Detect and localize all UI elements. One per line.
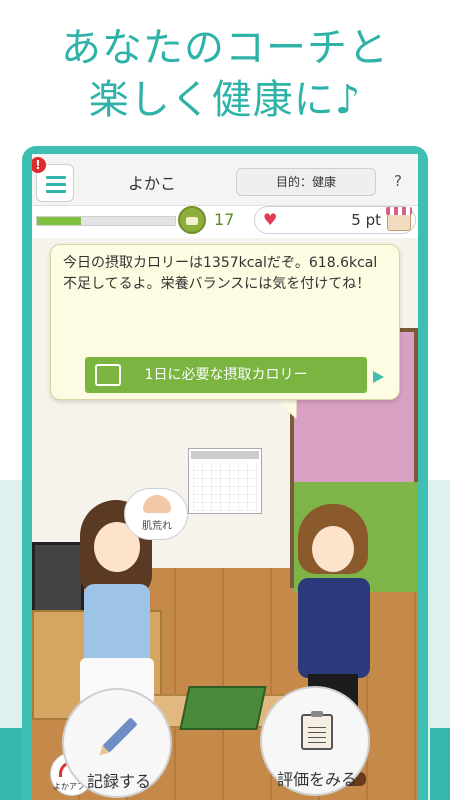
clipboard-icon	[301, 711, 333, 750]
hamburger-icon-bar	[46, 183, 66, 186]
experience-bar-fill	[37, 217, 82, 225]
record-button[interactable]: 記録する	[62, 688, 172, 798]
evaluate-button[interactable]: 評価をみる	[260, 686, 370, 796]
coach-speech-bubble: 今日の摂取カロリーは1357kcalだぞ。618.6kcal不足してるよ。栄養バ…	[50, 244, 400, 400]
daily-calorie-button-label: 1日に必要な摂取カロリー	[144, 367, 308, 383]
diary-book[interactable]	[179, 686, 267, 730]
headline-line-2: 楽しく健康に♪	[88, 77, 362, 123]
calendar-header	[191, 451, 259, 459]
coach-character-vest	[298, 578, 370, 678]
points-value: 5 pt	[351, 211, 381, 229]
skin-icon	[143, 495, 171, 513]
experience-bar	[36, 216, 176, 226]
background-teal-left	[0, 728, 22, 800]
evaluate-button-label: 評価をみる	[276, 770, 357, 789]
record-button-label: 記録する	[86, 772, 151, 791]
television	[32, 542, 84, 614]
wall-calendar	[188, 448, 262, 514]
promo-headline: あなたのコーチと 楽しく健康に♪	[0, 22, 450, 126]
help-icon[interactable]: ?	[394, 172, 402, 190]
bowl-icon	[95, 364, 121, 386]
headline-line-1: あなたのコーチと	[61, 25, 389, 71]
level-number: 17	[214, 210, 235, 229]
calendar-grid	[193, 463, 259, 511]
skin-status-bubble[interactable]: 肌荒れ	[124, 488, 188, 540]
goal-button[interactable]: 目的：健康	[236, 168, 376, 196]
shop-icon[interactable]	[386, 207, 412, 231]
background-teal-right	[430, 728, 450, 800]
points-box: ♥ 5 pt	[254, 206, 416, 234]
next-arrow-icon[interactable]	[373, 371, 384, 383]
skin-status-label: 肌荒れ	[142, 521, 172, 532]
username-label: よかこ	[128, 174, 177, 193]
hamburger-icon-bar	[46, 190, 66, 193]
heart-icon: ♥	[263, 210, 278, 229]
rice-bowl-icon	[178, 206, 206, 234]
pencil-icon	[102, 717, 138, 753]
daily-calorie-button[interactable]: 1日に必要な摂取カロリー	[85, 357, 367, 393]
top-bar: ! よかこ 目的：健康 ?	[32, 154, 418, 206]
coach-message-text: 今日の摂取カロリーは1357kcalだぞ。618.6kcal不足してるよ。栄養バ…	[63, 255, 378, 292]
coach-character-face	[312, 526, 354, 572]
hamburger-icon	[46, 176, 66, 179]
